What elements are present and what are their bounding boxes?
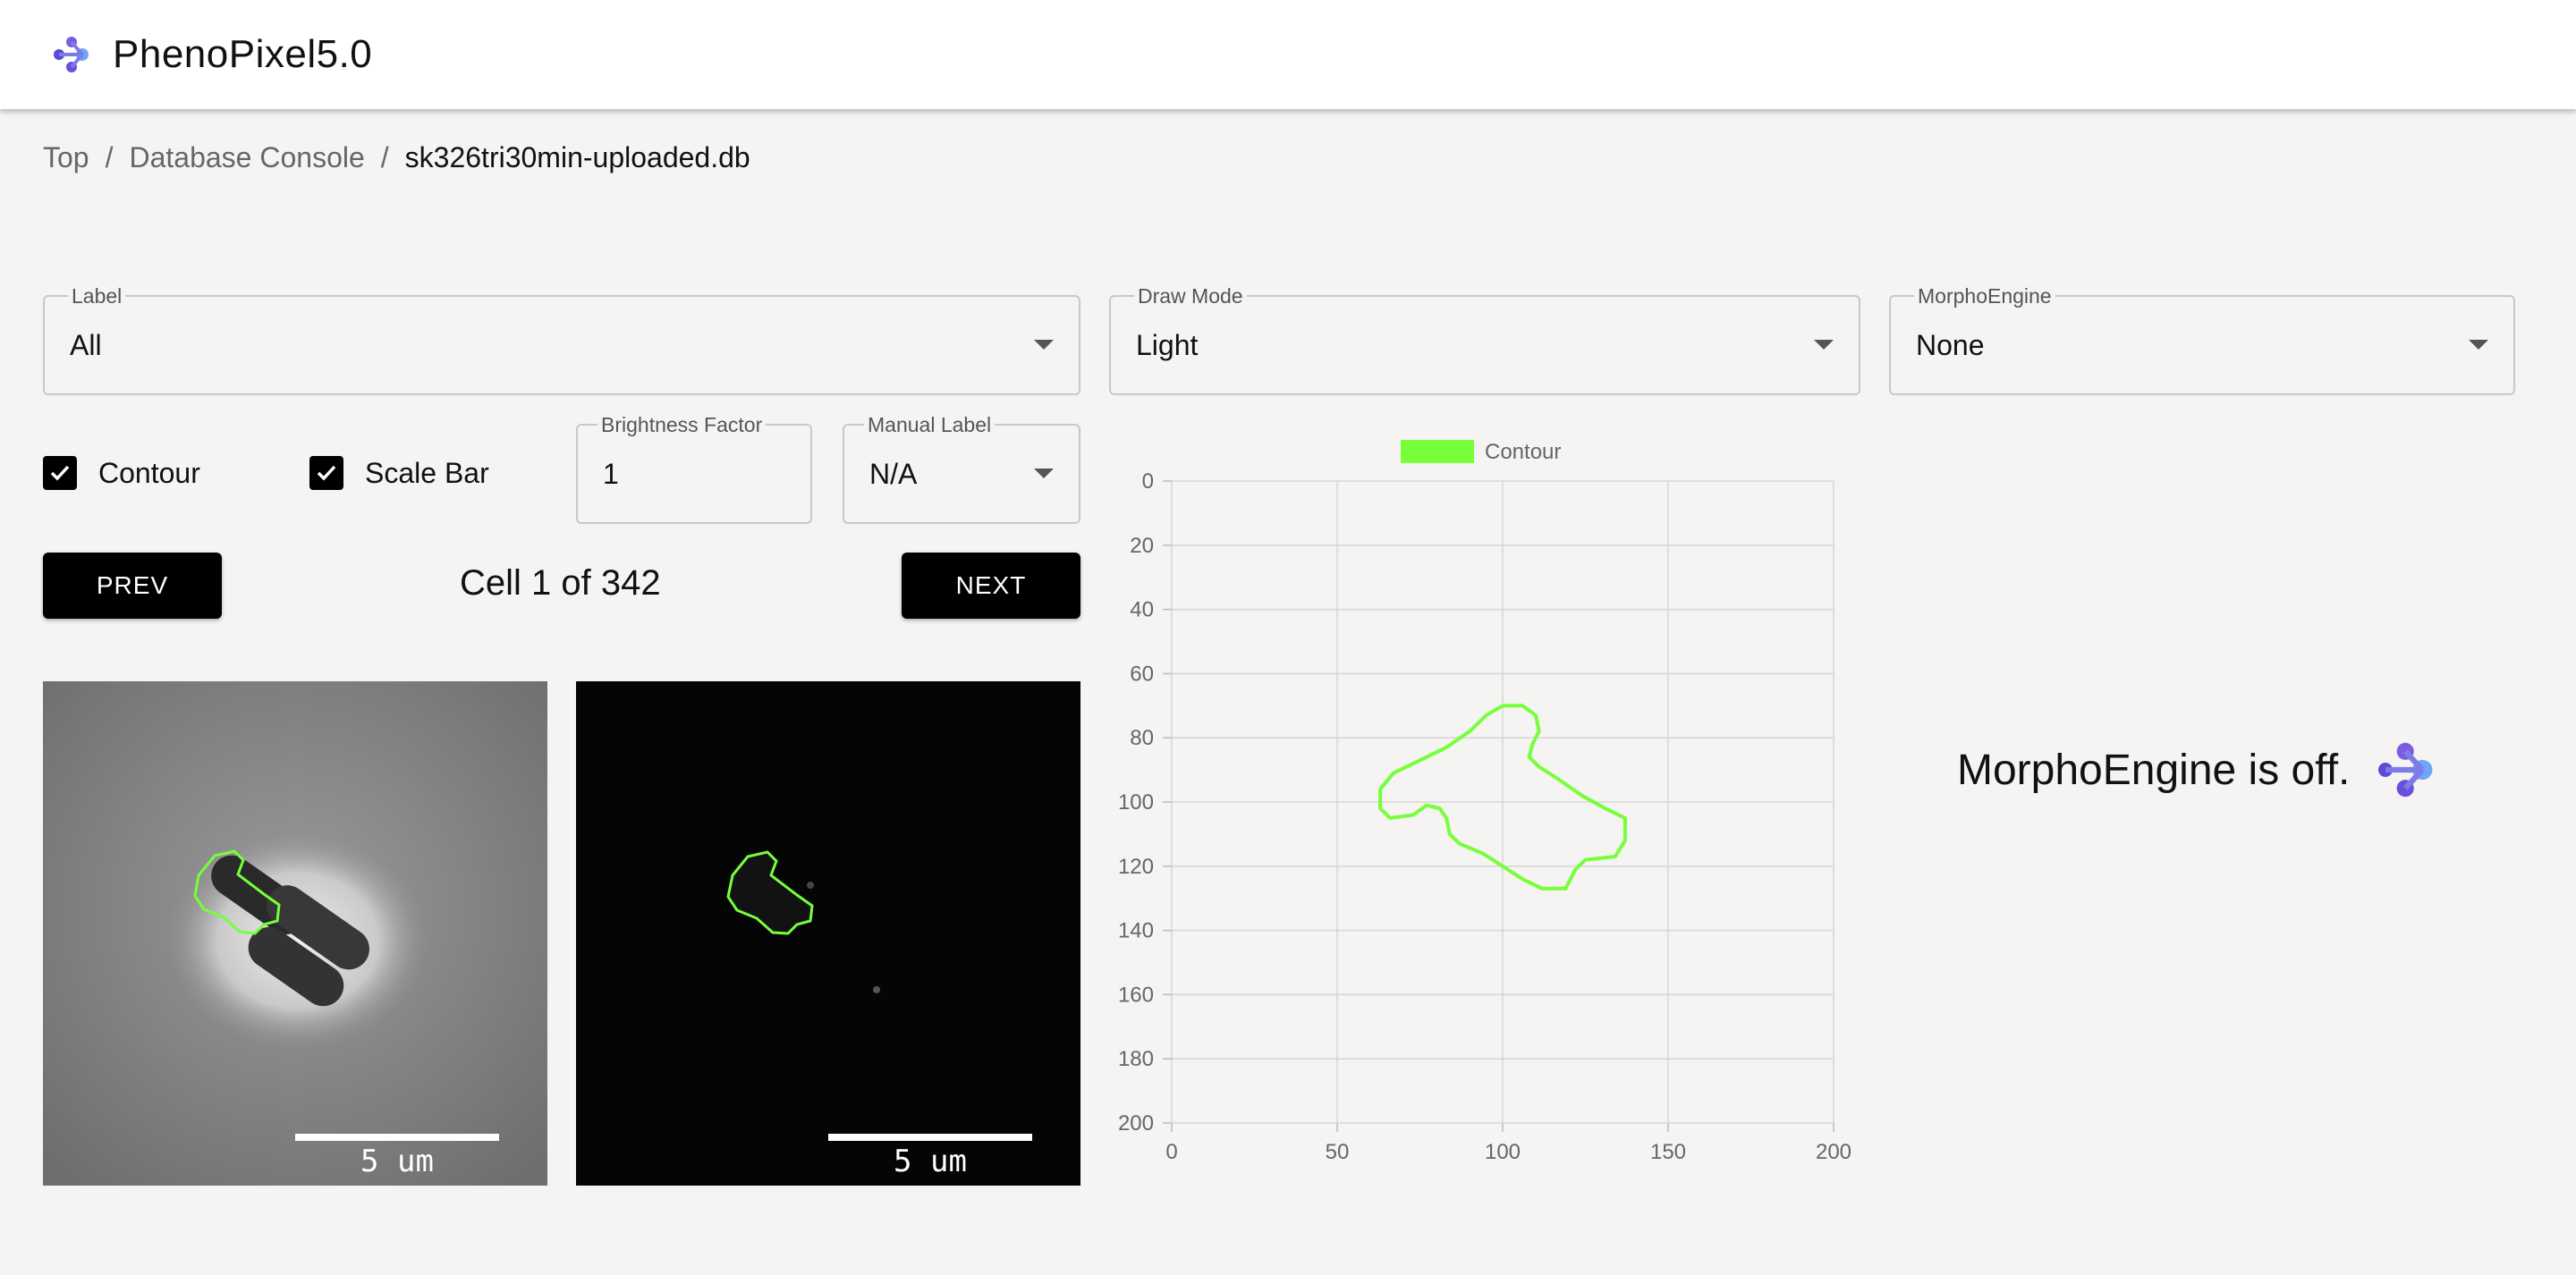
breadcrumb-separator: / (380, 141, 389, 173)
molecule-logo-icon (54, 37, 89, 72)
y-tick-label: 140 (1118, 919, 1154, 943)
y-tick-label: 0 (1142, 469, 1154, 494)
morphoengine-status: MorphoEngine is off. (1957, 739, 2434, 801)
brightness-factor-input[interactable]: Brightness Factor 1 (576, 413, 812, 524)
brightness-factor-value[interactable]: 1 (603, 458, 619, 491)
draw-mode-legend: Draw Mode (1134, 284, 1247, 308)
dropdown-arrow-icon (1034, 340, 1054, 350)
x-tick-label: 50 (1326, 1140, 1350, 1164)
fluo-scale-label: 5 um (894, 1144, 967, 1179)
legend-label: Contour (1485, 440, 1561, 464)
breadcrumb-current-db: sk326tri30min-uploaded.db (404, 141, 750, 173)
checkbox-checked-icon[interactable] (43, 456, 77, 490)
morphoengine-select[interactable]: MorphoEngine None (1889, 284, 2515, 395)
breadcrumb-top[interactable]: Top (43, 141, 89, 174)
breadcrumb: Top / Database Console / sk326tri30min-u… (43, 141, 750, 174)
dropdown-arrow-icon (1034, 469, 1054, 478)
phase-contrast-image: 5 um (43, 681, 547, 1186)
brightness-factor-legend: Brightness Factor (597, 413, 767, 437)
label-select-legend: Label (68, 284, 126, 308)
contour-chart: 0 50 100 150 200 0 20 40 60 80 100 120 140 160 180 200 C… (1116, 420, 1868, 1194)
scale-bar-checkbox[interactable]: Scale Bar (309, 456, 489, 490)
morphoengine-message: MorphoEngine is off. (1957, 746, 2351, 794)
prev-button[interactable]: PREV (43, 553, 222, 619)
y-tick-label: 200 (1118, 1111, 1154, 1136)
morphoengine-legend: MorphoEngine (1914, 284, 2055, 308)
draw-mode-value: Light (1136, 329, 1199, 361)
molecule-logo-icon (2378, 742, 2433, 798)
y-tick-label: 60 (1130, 662, 1154, 686)
contour-checkbox[interactable]: Contour (43, 456, 200, 490)
y-tick-label: 40 (1130, 598, 1154, 622)
y-tick-label: 80 (1130, 726, 1154, 750)
breadcrumb-database-console[interactable]: Database Console (129, 141, 364, 174)
x-tick-label: 200 (1816, 1140, 1852, 1164)
legend-swatch (1401, 440, 1474, 463)
checkbox-checked-icon[interactable] (309, 456, 343, 490)
cell-counter: Cell 1 of 342 (460, 563, 661, 603)
dropdown-arrow-icon (2469, 340, 2488, 350)
y-tick-label: 100 (1118, 790, 1154, 815)
breadcrumb-separator: / (105, 141, 114, 173)
phase-scale-label: 5 um (360, 1144, 434, 1179)
next-button[interactable]: NEXT (902, 553, 1080, 619)
manual-label-select[interactable]: Manual Label N/A (843, 413, 1080, 524)
y-tick-label: 160 (1118, 983, 1154, 1007)
scale-bar-checkbox-label: Scale Bar (365, 456, 489, 489)
draw-mode-select[interactable]: Draw Mode Light (1109, 284, 1860, 395)
app-bar: PhenoPixel5.0 (0, 0, 2576, 109)
dropdown-arrow-icon (1814, 340, 1834, 350)
label-select-value: All (70, 329, 102, 361)
fluorescence-image: 5 um (576, 681, 1080, 1186)
morphoengine-value: None (1916, 329, 1985, 361)
manual-label-legend: Manual Label (864, 413, 996, 437)
manual-label-value: N/A (869, 458, 918, 490)
y-tick-label: 120 (1118, 855, 1154, 879)
y-tick-label: 20 (1130, 534, 1154, 558)
x-tick-label: 0 (1165, 1140, 1177, 1164)
label-select[interactable]: Label All (43, 284, 1080, 395)
y-tick-label: 180 (1118, 1047, 1154, 1071)
app-title[interactable]: PhenoPixel5.0 (113, 32, 372, 77)
x-tick-label: 150 (1650, 1140, 1686, 1164)
x-tick-label: 100 (1485, 1140, 1521, 1164)
contour-checkbox-label: Contour (98, 456, 200, 489)
